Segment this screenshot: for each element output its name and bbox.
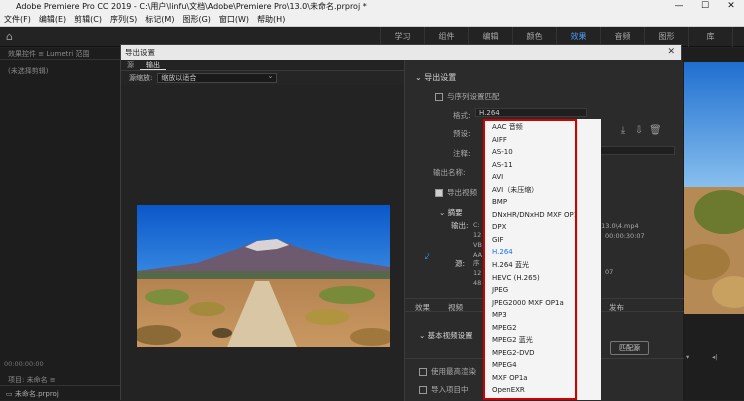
match-sequence-checkbox[interactable] [435,93,443,101]
menu-window[interactable]: 窗口(W) [219,13,249,26]
tab-source[interactable]: 源 [121,60,140,70]
format-option[interactable]: AVI [485,171,575,184]
dropdown-scroll-track[interactable] [577,119,601,400]
format-option[interactable]: AIFF [485,134,575,147]
program-monitor-image [684,62,744,314]
source-summary-label: 源: [455,259,466,268]
format-option[interactable]: AAC 音频 [485,121,575,134]
menu-bar: 文件(F) 编辑(E) 剪辑(C) 序列(S) 标记(M) 图形(G) 窗口(W… [0,13,744,27]
tab-publish[interactable]: 发布 [609,302,624,313]
home-icon[interactable]: ⌂ [6,31,18,43]
export-settings-heading[interactable]: ⌄ 导出设置 [415,72,456,83]
menu-help[interactable]: 帮助(H) [257,13,285,26]
format-option[interactable]: MPEG2 蓝光 [485,334,575,347]
project-file-icon: ▭ [6,390,15,398]
format-option-selected[interactable]: H.264 [485,246,575,259]
format-label: 格式: [453,111,471,120]
format-option[interactable]: MPEG2-DVD [485,347,575,360]
format-option[interactable]: MXF OP1a [485,372,575,385]
collapse-chevron-icon: ⌄ [415,73,425,82]
menu-clip[interactable]: 剪辑(C) [74,13,102,26]
format-option[interactable]: DNxHR/DNxHD MXF OP1a [485,209,575,222]
workspace-tab-libraries[interactable]: 库 [688,27,732,47]
output-duration: 00:00:30:07 [605,232,645,240]
format-option[interactable]: MPEG4 [485,359,575,372]
dropdown-pointer-icon: ⤦ [425,252,430,261]
dialog-title: 导出设置 [125,48,155,57]
menu-sequence[interactable]: 序列(S) [110,13,137,26]
workspace-overflow-button[interactable]: » [732,27,744,47]
comment-input[interactable] [595,146,675,155]
match-sequence-row[interactable]: 与序列设置匹配 [435,91,500,102]
basic-video-settings-heading[interactable]: ⌄ 基本视频设置 [419,330,473,341]
format-option[interactable]: GIF [485,234,575,247]
format-option[interactable]: HEVC (H.265) [485,272,575,285]
window-controls: — ☐ ✕ [666,0,744,13]
source-scaling-row: 源缩放: 缩放以适合 [121,71,404,85]
format-option[interactable]: JPEG [485,284,575,297]
format-option[interactable]: AS-10 [485,146,575,159]
window-title: Adobe Premiere Pro CC 2019 - C:\用户\linfu… [0,0,744,13]
video-preview-image [137,205,390,347]
source-scaling-select[interactable]: 缩放以适合 [157,72,278,83]
source-scaling-label: 源缩放: [129,74,153,82]
output-name-label: 输出名称: [433,168,466,177]
format-option[interactable]: AS-11 [485,159,575,172]
basic-video-chevron-icon: ⌄ [419,331,428,340]
match-source-button[interactable]: 匹配源 [610,341,649,355]
output-path: o\13.0\4.mp4 [595,222,639,230]
format-option[interactable]: MPEG2 [485,322,575,335]
format-option[interactable]: DPX [485,221,575,234]
tab-effects[interactable]: 效果 [415,302,430,313]
timecode-display: 00:00:00:00 [4,360,44,368]
format-select[interactable]: H.264 [475,108,587,117]
delete-preset-icon[interactable]: 🗑 [649,125,662,137]
no-clip-label: (未选择剪辑) [8,67,49,75]
export-video-row[interactable]: 导出视频 [435,187,477,198]
menu-graphics[interactable]: 图形(G) [182,13,210,26]
format-option[interactable]: OpenEXR [485,384,575,397]
format-option[interactable]: H.264 蓝光 [485,259,575,272]
source-duration-tail: 07 [605,268,614,276]
menu-markers[interactable]: 标记(M) [145,13,174,26]
tab-video[interactable]: 视频 [448,302,463,313]
max-render-checkbox[interactable] [419,368,427,376]
comment-label: 注释: [453,149,471,158]
max-render-row[interactable]: 使用最高渲染 [419,366,476,377]
close-window-button[interactable]: ✕ [718,0,744,13]
project-panel-tab[interactable]: 项目: 未命名 ≡ [0,374,120,386]
step-back-icon[interactable]: ◂| [712,353,717,361]
preview-pane: 源 输出 源缩放: 缩放以适合 [121,60,404,401]
save-preset-icon[interactable]: ⤓ [617,125,629,137]
program-monitor-panel: ▾ ◂| [682,48,744,400]
format-option[interactable]: MP3 [485,309,575,322]
format-option[interactable]: JPEG2000 MXF OP1a [485,297,575,310]
menu-file[interactable]: 文件(F) [4,13,31,26]
project-file-label: ▭ 未命名.prproj [6,390,59,398]
format-dropdown-list: AAC 音频 AIFF AS-10 AS-11 AVI AVI（未压缩） BMP… [483,119,577,400]
preview-tabs: 源 输出 [121,60,404,71]
dialog-title-bar: 导出设置 ✕ [121,45,681,60]
summary-chevron-icon: ⌄ [439,208,448,217]
export-video-checkbox[interactable] [435,189,443,197]
import-project-row[interactable]: 导入项目中 [419,384,469,395]
marker-icon[interactable]: ▾ [686,353,689,361]
source-summary-lines: 序 12 48 [473,259,482,287]
output-summary-lines: C: 12 VB AA [473,221,483,259]
preset-label: 预设: [453,129,471,138]
menu-edit[interactable]: 编辑(E) [39,13,66,26]
import-project-checkbox[interactable] [419,386,427,394]
summary-heading[interactable]: ⌄ 摘要 [439,207,463,218]
import-preset-icon[interactable]: ⇩ [633,125,645,137]
format-option[interactable]: BMP [485,196,575,209]
tab-output[interactable]: 输出 [140,60,166,70]
output-summary-label: 输出: [451,221,469,230]
maximize-button[interactable]: ☐ [692,0,718,13]
panel-tabs[interactable]: 效果控件 ≡ Lumetri 范围 [0,48,120,60]
format-option[interactable]: AVI（未压缩） [485,184,575,197]
dialog-close-icon[interactable]: ✕ [667,45,675,60]
minimize-button[interactable]: — [666,0,692,13]
preset-icons: ⤓ ⇩ 🗑 [617,125,662,137]
effect-controls-panel: 效果控件 ≡ Lumetri 范围 (未选择剪辑) 00:00:00:00 项目… [0,48,120,400]
